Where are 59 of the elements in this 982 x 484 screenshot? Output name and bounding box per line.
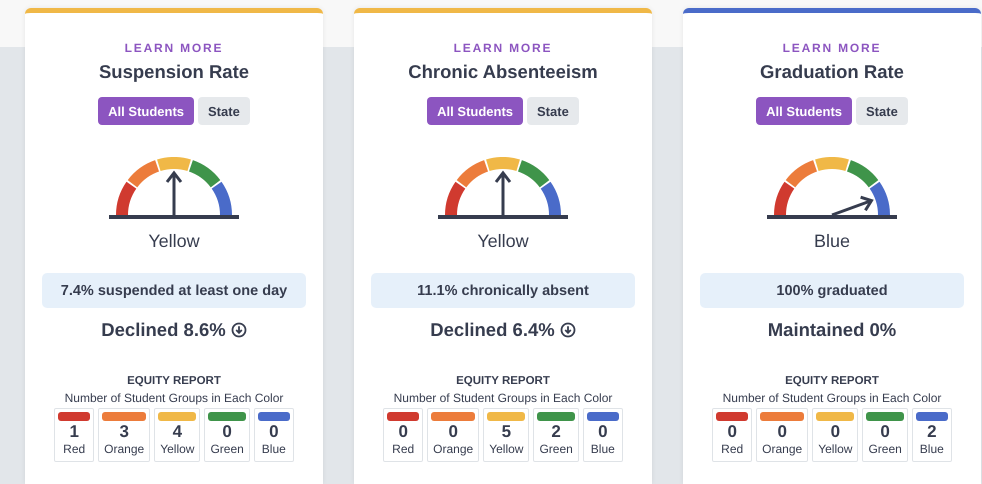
- equity-heading: EQUITY REPORT: [456, 374, 550, 388]
- toggle-button[interactable]: State: [527, 97, 579, 125]
- group-label: Orange: [761, 442, 804, 457]
- group-count: 3: [119, 422, 129, 442]
- group-count: 5: [502, 422, 512, 442]
- group-label: Green: [209, 442, 245, 457]
- group-count: 2: [927, 422, 937, 442]
- group-count: 0: [269, 422, 279, 442]
- equity-heading: EQUITY REPORT: [785, 374, 879, 388]
- group-count: 0: [880, 422, 890, 442]
- summary-text: 7.4% suspended at least one day: [42, 273, 306, 308]
- rating-label: Blue: [814, 230, 850, 253]
- group-label: Red: [62, 442, 86, 457]
- down-arrow-circle-icon: [230, 322, 247, 338]
- group-label: Blue: [590, 442, 616, 457]
- equity-subtitle: Number of Student Groups in Each Color: [64, 391, 284, 406]
- group-count: 0: [830, 422, 840, 442]
- learn-more-link[interactable]: LEARN MORE: [454, 40, 552, 56]
- summary-text: 100% graduated: [700, 273, 964, 308]
- toggle-button[interactable]: All Students: [427, 97, 524, 125]
- learn-more-link[interactable]: LEARN MORE: [124, 40, 224, 56]
- equity-subtitle: Number of Student Groups in Each Color: [722, 391, 942, 406]
- equity-heading: EQUITY REPORT: [127, 374, 221, 388]
- group-label: Orange: [432, 442, 474, 457]
- group-count: 2: [551, 422, 561, 442]
- change-text: Declined 6.4%: [430, 318, 555, 342]
- group-label: Yellow: [159, 442, 196, 457]
- rating-label: Yellow: [477, 230, 529, 253]
- card-title: Graduation Rate: [760, 60, 904, 84]
- summary-text: 11.1% chronically absent: [371, 273, 635, 308]
- group-count: 0: [448, 422, 458, 442]
- rating-label: Yellow: [148, 230, 200, 253]
- change-text: Maintained 0%: [768, 318, 896, 342]
- group-label: Red: [720, 442, 744, 457]
- group-count: 0: [727, 422, 737, 442]
- group-count: 0: [777, 422, 787, 442]
- toggle-button[interactable]: All Students: [98, 97, 194, 125]
- change-text: Declined 8.6%: [101, 318, 226, 342]
- toggle-button[interactable]: State: [198, 97, 250, 125]
- card-title: Suspension Rate: [98, 60, 250, 84]
- group-label: Green: [538, 442, 574, 457]
- group-label: Red: [391, 442, 416, 457]
- group-count: 0: [398, 422, 408, 442]
- group-label: Yellow: [488, 442, 524, 457]
- group-count: 1: [69, 422, 79, 442]
- group-count: 0: [598, 422, 608, 442]
- group-count: 4: [172, 422, 182, 442]
- group-label: Blue: [260, 442, 287, 457]
- group-label: Orange: [103, 442, 146, 457]
- group-label: Blue: [918, 442, 945, 457]
- group-label: Green: [867, 442, 903, 457]
- card-title: Chronic Absenteeism: [408, 60, 598, 84]
- toggle-button[interactable]: All Students: [756, 97, 852, 125]
- toggle-button[interactable]: State: [856, 97, 908, 125]
- learn-more-link[interactable]: LEARN MORE: [782, 40, 882, 56]
- group-count: 0: [222, 422, 232, 442]
- down-arrow-circle-icon: [560, 322, 576, 338]
- group-label: Yellow: [817, 442, 854, 457]
- equity-subtitle: Number of Student Groups in Each Color: [394, 391, 612, 406]
